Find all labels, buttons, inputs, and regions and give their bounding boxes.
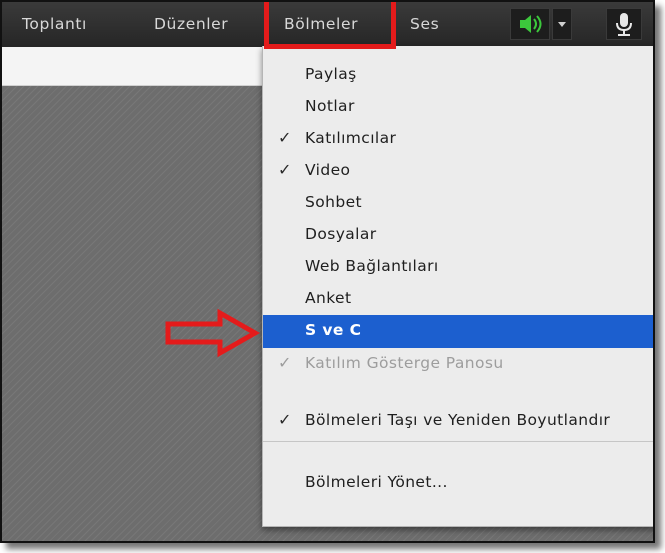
menu-item-label: Paylaş — [305, 65, 357, 83]
menu-item-web-baglantilari[interactable]: Web Bağlantıları — [263, 251, 653, 283]
menu-item-katilim-gosterge-panosu: ✓ Katılım Gösterge Panosu — [263, 348, 653, 380]
menu-ses[interactable]: Ses — [410, 15, 439, 33]
menu-item-label: Katılımcılar — [305, 129, 397, 147]
speaker-icon — [520, 15, 542, 33]
menu-item-label: Notlar — [305, 97, 355, 115]
menu-item-video[interactable]: ✓ Video — [263, 155, 653, 187]
menu-item-label: Video — [305, 161, 351, 179]
menu-item-s-ve-c[interactable]: S ve C — [263, 315, 653, 348]
annotation-highlight-box — [264, 2, 396, 49]
bolmeler-dropdown-menu: Paylaş Notlar ✓ Katılımcılar ✓ Video Soh… — [262, 46, 653, 527]
menu-item-label: Dosyalar — [305, 225, 377, 243]
menu-item-label: Katılım Gösterge Panosu — [305, 354, 504, 372]
menu-item-paylas[interactable]: Paylaş — [263, 59, 653, 91]
checkmark-icon: ✓ — [278, 353, 292, 372]
menu-item-dosyalar[interactable]: Dosyalar — [263, 219, 653, 251]
checkmark-icon: ✓ — [278, 160, 292, 179]
menu-item-notlar[interactable]: Notlar — [263, 91, 653, 123]
menu-item-label: Bölmeleri Taşı ve Yeniden Boyutlandır — [305, 411, 611, 429]
menu-separator — [263, 441, 653, 442]
caret-down-icon — [558, 22, 566, 27]
menu-item-sohbet[interactable]: Sohbet — [263, 187, 653, 219]
menu-item-label: Bölmeleri Yönet... — [305, 473, 448, 491]
screenshot-frame: Toplantı Düzenler Bölmeler Ses Paylaş No… — [0, 0, 655, 543]
menu-item-label: S ve C — [305, 321, 362, 339]
annotation-arrow-icon — [165, 308, 261, 358]
menu-item-label: Anket — [305, 289, 352, 307]
menu-toplanti[interactable]: Toplantı — [22, 15, 87, 33]
microphone-button[interactable] — [606, 8, 642, 40]
menu-duzenler[interactable]: Düzenler — [154, 15, 228, 33]
menu-item-anket[interactable]: Anket — [263, 283, 653, 315]
microphone-icon — [616, 13, 632, 36]
speaker-button[interactable] — [510, 8, 550, 40]
checkmark-icon: ✓ — [278, 410, 292, 429]
menu-item-bolmeleri-yonet[interactable]: Bölmeleri Yönet... — [263, 467, 653, 499]
menu-item-katilimcilar[interactable]: ✓ Katılımcılar — [263, 123, 653, 155]
menu-item-bolmeleri-tasi[interactable]: ✓ Bölmeleri Taşı ve Yeniden Boyutlandır — [263, 405, 653, 437]
checkmark-icon: ✓ — [278, 128, 292, 147]
menu-item-label: Web Bağlantıları — [305, 257, 439, 275]
speaker-dropdown-button[interactable] — [552, 8, 572, 40]
menu-item-label: Sohbet — [305, 193, 362, 211]
